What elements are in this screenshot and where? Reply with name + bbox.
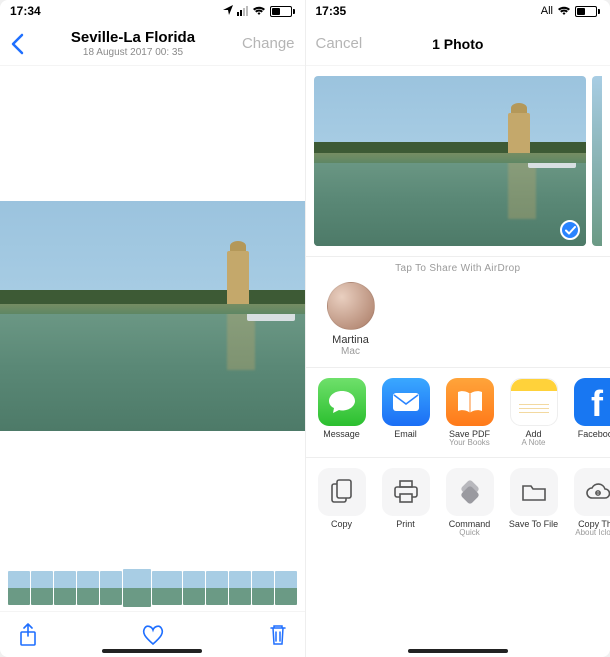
status-time: 17:35 xyxy=(316,4,347,18)
thumb-selected[interactable] xyxy=(123,569,151,607)
share-sheet-screen: 17:35 All Cancel 1 Photo xyxy=(306,0,610,657)
network-label: All xyxy=(541,5,553,17)
share-app-mail[interactable]: Email xyxy=(378,378,434,447)
thumb[interactable] xyxy=(54,571,76,605)
action-shortcuts[interactable]: CommandQuick xyxy=(442,468,498,537)
airdrop-contact[interactable]: Martina Mac xyxy=(316,282,386,357)
thumb[interactable] xyxy=(77,571,99,605)
mail-icon xyxy=(382,378,430,426)
books-icon xyxy=(446,378,494,426)
facebook-icon: f xyxy=(574,378,610,426)
thumb[interactable] xyxy=(275,571,297,605)
share-preview-next[interactable] xyxy=(592,76,602,246)
thumb[interactable] xyxy=(8,571,30,605)
action-savefile[interactable]: Save To File xyxy=(506,468,562,537)
back-button[interactable] xyxy=(10,33,24,55)
home-indicator[interactable] xyxy=(408,649,508,653)
status-bar: 17:34 xyxy=(0,0,305,22)
svg-text:f: f xyxy=(591,383,604,422)
airdrop-contacts: Martina Mac xyxy=(306,276,610,368)
share-app-facebook[interactable]: f Facebook xyxy=(570,378,610,447)
thumb[interactable] xyxy=(100,571,122,605)
home-indicator[interactable] xyxy=(102,649,202,653)
share-title: 1 Photo xyxy=(432,36,483,52)
photo-viewer[interactable] xyxy=(0,66,305,611)
photo-main[interactable] xyxy=(0,201,305,431)
thumbnail-strip[interactable] xyxy=(0,565,305,611)
share-app-books[interactable]: Save PDFYour Books xyxy=(442,378,498,447)
thumb[interactable] xyxy=(229,571,251,605)
action-copy[interactable]: Copy xyxy=(314,468,370,537)
signal-icon xyxy=(237,6,248,16)
share-app-notes[interactable]: AddA Note xyxy=(506,378,562,447)
share-app-row[interactable]: Message Email Save PDFYour Books AddA No… xyxy=(306,368,610,458)
avatar xyxy=(327,282,375,330)
share-nav-bar: Cancel 1 Photo xyxy=(306,22,610,66)
action-print[interactable]: Print xyxy=(378,468,434,537)
share-app-messages[interactable]: Message xyxy=(314,378,370,447)
wifi-icon xyxy=(252,6,266,16)
airdrop-label: Tap To Share With AirDrop xyxy=(306,257,610,276)
heart-icon[interactable] xyxy=(141,624,165,646)
share-icon[interactable] xyxy=(18,623,38,647)
folder-icon xyxy=(510,468,558,516)
status-bar: 17:35 All xyxy=(306,0,610,22)
cloud-link-icon xyxy=(574,468,610,516)
thumb[interactable] xyxy=(252,571,274,605)
change-button[interactable]: Change xyxy=(242,35,295,52)
thumb[interactable] xyxy=(152,571,182,605)
contact-device: Mac xyxy=(341,346,360,357)
nav-bar: Seville-La Florida 18 August 2017 00: 35… xyxy=(0,22,305,66)
messages-icon xyxy=(318,378,366,426)
action-icloud[interactable]: Copy TheAbout Icloud xyxy=(570,468,610,537)
wifi-icon xyxy=(557,6,571,16)
share-preview[interactable] xyxy=(314,76,587,246)
trash-icon[interactable] xyxy=(269,624,287,646)
copy-icon xyxy=(318,468,366,516)
cancel-button[interactable]: Cancel xyxy=(316,35,372,52)
contact-name: Martina xyxy=(332,334,369,346)
nav-title: Seville-La Florida xyxy=(24,29,242,46)
print-icon xyxy=(382,468,430,516)
battery-icon xyxy=(270,6,295,17)
thumb[interactable] xyxy=(206,571,228,605)
location-icon xyxy=(223,4,233,18)
shortcuts-icon xyxy=(446,468,494,516)
status-time: 17:34 xyxy=(10,4,41,18)
notes-icon xyxy=(510,378,558,426)
share-action-row[interactable]: Copy Print CommandQuick Save To File xyxy=(306,458,610,567)
check-icon xyxy=(560,220,580,240)
photo-viewer-screen: 17:34 Seville-La Florida 18 August 2017 … xyxy=(0,0,306,657)
thumb[interactable] xyxy=(183,571,205,605)
nav-subtitle: 18 August 2017 00: 35 xyxy=(24,47,242,58)
thumb[interactable] xyxy=(31,571,53,605)
battery-icon xyxy=(575,6,600,17)
